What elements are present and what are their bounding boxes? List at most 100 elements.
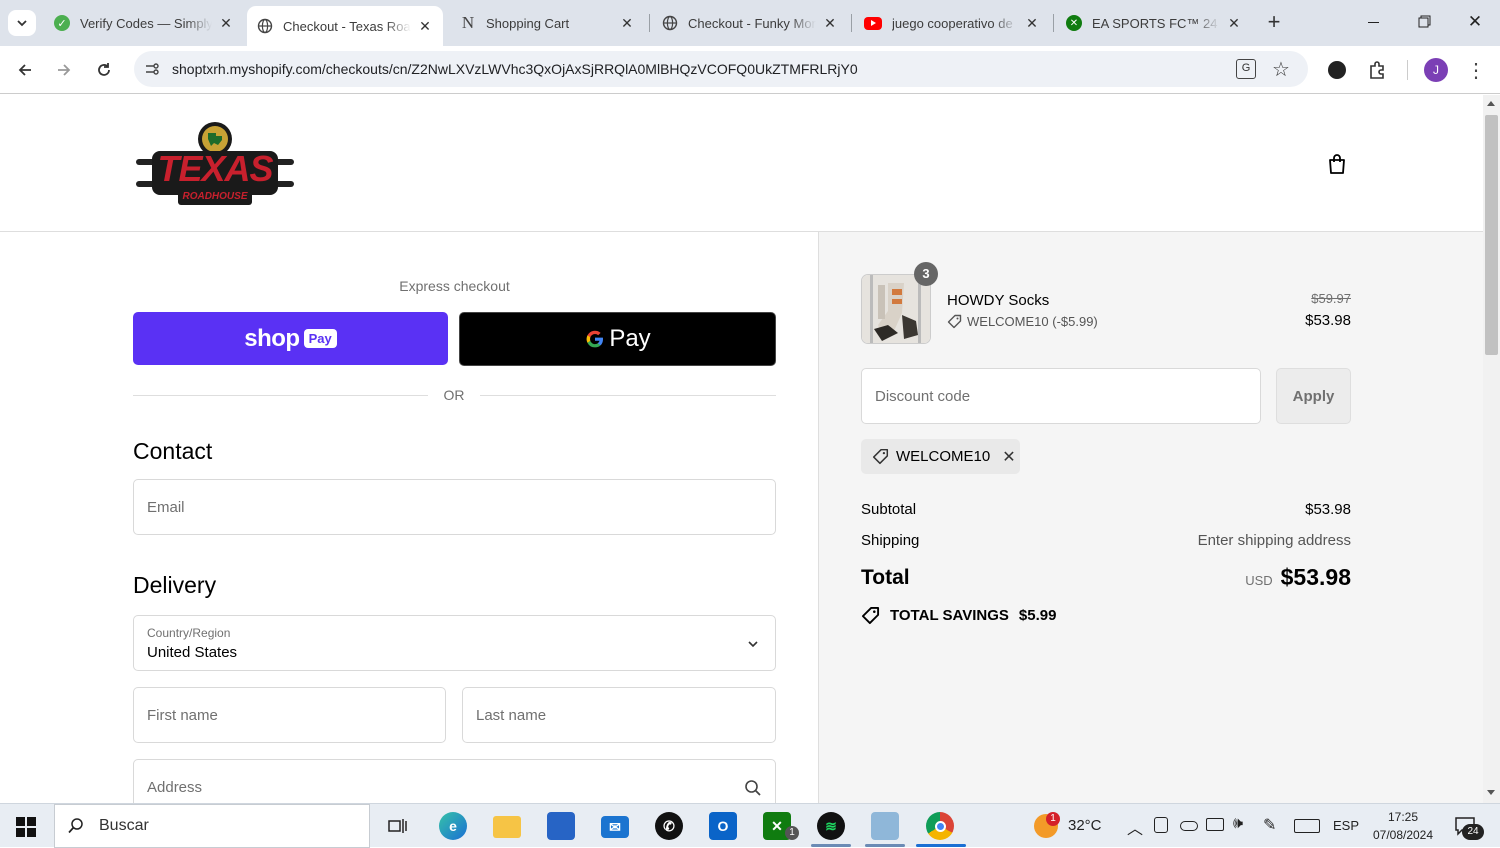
language-indicator[interactable]: ESP <box>1333 818 1359 833</box>
back-button[interactable] <box>13 58 37 82</box>
clock-time: 17:25 <box>1387 810 1419 824</box>
tab-title: Shopping Cart <box>486 15 570 31</box>
reload-button[interactable] <box>92 58 116 82</box>
network-icon[interactable] <box>1206 818 1224 831</box>
country-value: United States <box>147 644 238 661</box>
keyboard-icon[interactable] <box>1294 819 1320 833</box>
item-price: $53.98 <box>1305 312 1351 329</box>
notification-count: 24 <box>1462 824 1484 840</box>
tab-shopping-cart[interactable]: N Shopping Cart ✕ <box>450 6 645 40</box>
search-icon <box>745 780 761 796</box>
discount-code-field[interactable]: Discount code <box>861 368 1261 424</box>
close-icon[interactable]: ✕ <box>417 18 433 35</box>
address-placeholder: Address <box>147 778 203 796</box>
delivery-heading: Delivery <box>133 572 217 598</box>
checkout-form: Express checkout shop Pay Pay OR Contact… <box>0 232 818 803</box>
profile-avatar[interactable]: J <box>1424 58 1448 82</box>
google-g-icon <box>586 330 604 348</box>
close-icon[interactable]: ✕ <box>218 15 234 32</box>
tab-title: EA SPORTS FC™ 24 para <box>1092 15 1220 31</box>
scroll-up-arrow[interactable] <box>1487 101 1495 106</box>
weather-temperature[interactable]: 32°C <box>1068 817 1102 834</box>
outlook-icon[interactable]: O <box>709 812 737 840</box>
spotify-icon[interactable]: ≋ <box>817 812 845 840</box>
arrow-left-icon <box>18 64 31 76</box>
chevron-down-icon <box>17 20 27 27</box>
google-pay-button[interactable]: Pay <box>459 312 776 366</box>
tab-title: Checkout - Funky Monkey <box>688 15 816 31</box>
tab-separator <box>851 14 852 32</box>
xbox-badge: 1 <box>785 826 799 840</box>
store-logo[interactable]: TEXAS ROADHOUSE <box>134 121 296 207</box>
apply-button[interactable]: Apply <box>1276 368 1351 424</box>
chrome-icon[interactable] <box>926 812 954 840</box>
taskbar-search-box[interactable]: Buscar <box>54 804 370 848</box>
pen-icon[interactable]: ✎ <box>1263 815 1276 835</box>
browser-menu-button[interactable]: ⋮ <box>1464 58 1488 82</box>
site-info-icon[interactable] <box>144 61 160 77</box>
close-icon[interactable]: ✕ <box>1226 15 1242 32</box>
scroll-thumb[interactable] <box>1485 115 1498 355</box>
logo-subtext: ROADHOUSE <box>182 191 248 202</box>
shop-pay-word: shop <box>244 324 300 352</box>
tab-verify-codes[interactable]: ✓ Verify Codes — SimplyCodes ✕ <box>44 6 244 40</box>
mail-icon[interactable]: ✉ <box>601 816 629 838</box>
chevron-up-icon[interactable]: ︿ <box>1127 815 1143 839</box>
remove-discount-button[interactable]: ✕ <box>1002 447 1015 467</box>
minimize-button[interactable] <box>1360 12 1386 32</box>
divider-right <box>480 395 776 396</box>
tab-separator <box>649 14 650 32</box>
address-bar[interactable]: shoptxrh.myshopify.com/checkouts/cn/Z2Nw… <box>134 51 1308 87</box>
extension-button[interactable] <box>1325 58 1349 82</box>
first-name-placeholder: First name <box>147 706 218 724</box>
extensions-button[interactable] <box>1365 58 1389 82</box>
globe-icon <box>662 15 678 31</box>
window-close-button[interactable]: ✕ <box>1462 12 1488 32</box>
file-explorer-icon[interactable] <box>493 816 521 838</box>
notepad-app-icon[interactable] <box>871 812 899 840</box>
close-icon[interactable]: ✕ <box>619 15 635 32</box>
xbox-icon: ✕ <box>1066 15 1082 31</box>
apply-label: Apply <box>1292 387 1335 405</box>
edge-icon[interactable]: e <box>439 812 467 840</box>
clock-date: 07/08/2024 <box>1372 828 1434 842</box>
tab-checkout-texas-roadhouse[interactable]: Checkout - Texas Roadhouse ✕ <box>247 6 443 46</box>
tag-icon <box>861 606 880 625</box>
url-text: shoptxrh.myshopify.com/checkouts/cn/Z2Nw… <box>172 61 858 77</box>
whatsapp-icon[interactable]: ✆ <box>655 812 683 840</box>
close-icon[interactable]: ✕ <box>822 15 838 32</box>
shop-pay-button[interactable]: shop Pay <box>133 312 448 365</box>
translate-icon[interactable]: G <box>1236 59 1256 79</box>
clock[interactable]: 17:25 07/08/2024 <box>1366 808 1440 844</box>
discount-code-placeholder: Discount code <box>875 387 971 405</box>
tab-search-button[interactable] <box>8 10 36 36</box>
tab-ea-sports[interactable]: ✕ EA SPORTS FC™ 24 para ✕ <box>1056 6 1252 40</box>
tab-separator <box>1053 14 1054 32</box>
scroll-down-arrow[interactable] <box>1487 790 1495 795</box>
restore-button[interactable] <box>1411 12 1437 32</box>
tab-checkout-funky-monkey[interactable]: Checkout - Funky Monkey ✕ <box>652 6 848 40</box>
microsoft-store-icon[interactable] <box>547 812 575 840</box>
onedrive-icon[interactable] <box>1180 821 1198 831</box>
new-tab-button[interactable]: + <box>1262 10 1286 36</box>
country-select[interactable]: Country/Region United States <box>133 615 776 671</box>
page-scrollbar[interactable] <box>1483 95 1500 803</box>
email-field[interactable]: Email <box>133 479 776 535</box>
first-name-field[interactable]: First name <box>133 687 446 743</box>
start-button[interactable] <box>16 817 36 837</box>
tab-youtube[interactable]: juego cooperativo de ✕ <box>854 6 1050 40</box>
meet-now-icon[interactable] <box>1154 817 1168 833</box>
shop-pay-badge: Pay <box>303 329 337 348</box>
cart-button[interactable] <box>1325 152 1349 176</box>
forward-button[interactable] <box>52 58 76 82</box>
close-icon[interactable]: ✕ <box>1024 15 1040 32</box>
task-view-button[interactable] <box>384 812 412 840</box>
volume-icon[interactable]: 🕪 <box>1233 815 1243 833</box>
product-discount: WELCOME10 (-$5.99) <box>947 314 1098 329</box>
notion-icon: N <box>461 13 475 32</box>
tag-icon <box>872 448 889 465</box>
bookmark-star-icon[interactable]: ☆ <box>1272 57 1290 82</box>
last-name-field[interactable]: Last name <box>462 687 776 743</box>
total-value-row: USD $53.98 <box>1119 564 1351 591</box>
address-field[interactable]: Address <box>133 759 776 803</box>
